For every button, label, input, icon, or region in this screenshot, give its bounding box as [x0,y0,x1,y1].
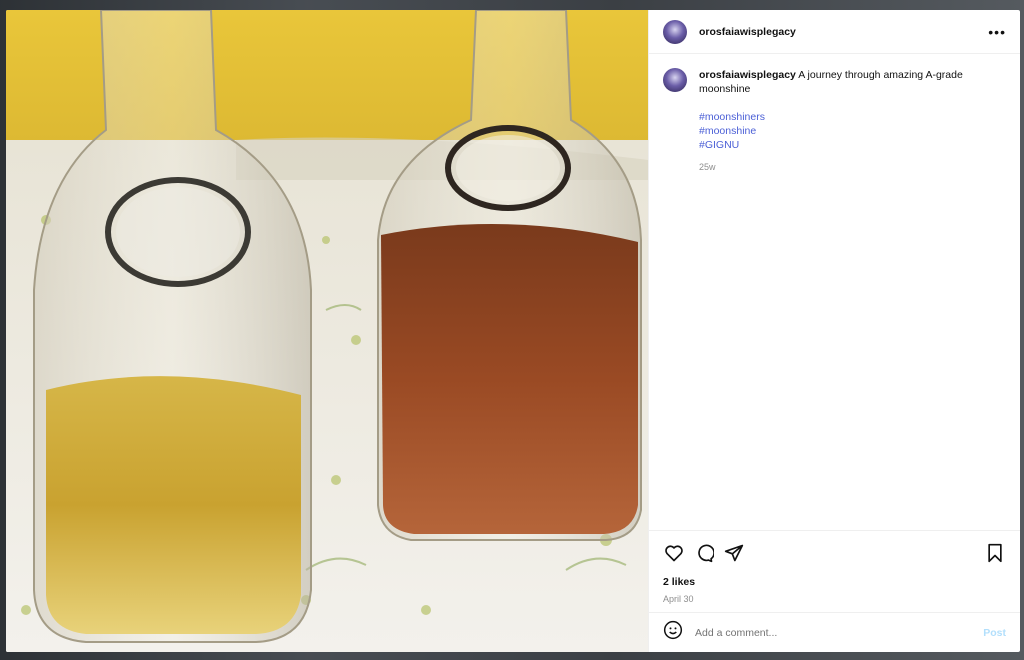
post-modal: orosfaiawisplegacy ••• orosfaiawisplegac… [6,10,1020,652]
avatar[interactable] [663,19,687,44]
bottles-photo [6,10,648,652]
post-comment-button[interactable]: Post [983,627,1006,639]
caption: orosfaiawisplegacy A journey through ama… [663,68,1006,174]
caption-avatar[interactable] [663,68,687,92]
hashtag-link[interactable]: #GIGNU [699,138,999,152]
share-icon[interactable] [723,542,745,564]
caption-age: 25w [699,162,716,172]
hashtag-link[interactable]: #moonshiners [699,110,999,124]
header-username[interactable]: orosfaiawisplegacy [699,26,796,38]
post-details-panel: orosfaiawisplegacy ••• orosfaiawisplegac… [648,10,1020,652]
more-options-icon[interactable]: ••• [988,24,1006,40]
caption-username[interactable]: orosfaiawisplegacy [699,69,796,81]
caption-body: orosfaiawisplegacy A journey through ama… [699,68,999,174]
post-header: orosfaiawisplegacy ••• [649,10,1020,54]
post-image [6,10,648,652]
post-date: April 30 [663,594,694,604]
likes-block: 2 likes April 30 [649,574,1020,612]
emoji-icon[interactable] [663,620,683,645]
comment-input[interactable] [693,625,984,640]
heart-icon[interactable] [663,542,685,564]
likes-count[interactable]: 2 likes [663,576,1006,588]
comment-icon[interactable] [693,542,715,564]
hashtag-list: #moonshiners #moonshine #GIGNU [699,110,999,152]
hashtag-link[interactable]: #moonshine [699,124,999,138]
bookmark-icon[interactable] [984,542,1006,564]
comments-section: orosfaiawisplegacy A journey through ama… [649,54,1020,530]
action-bar [649,530,1020,574]
comment-bar: Post [649,612,1020,652]
